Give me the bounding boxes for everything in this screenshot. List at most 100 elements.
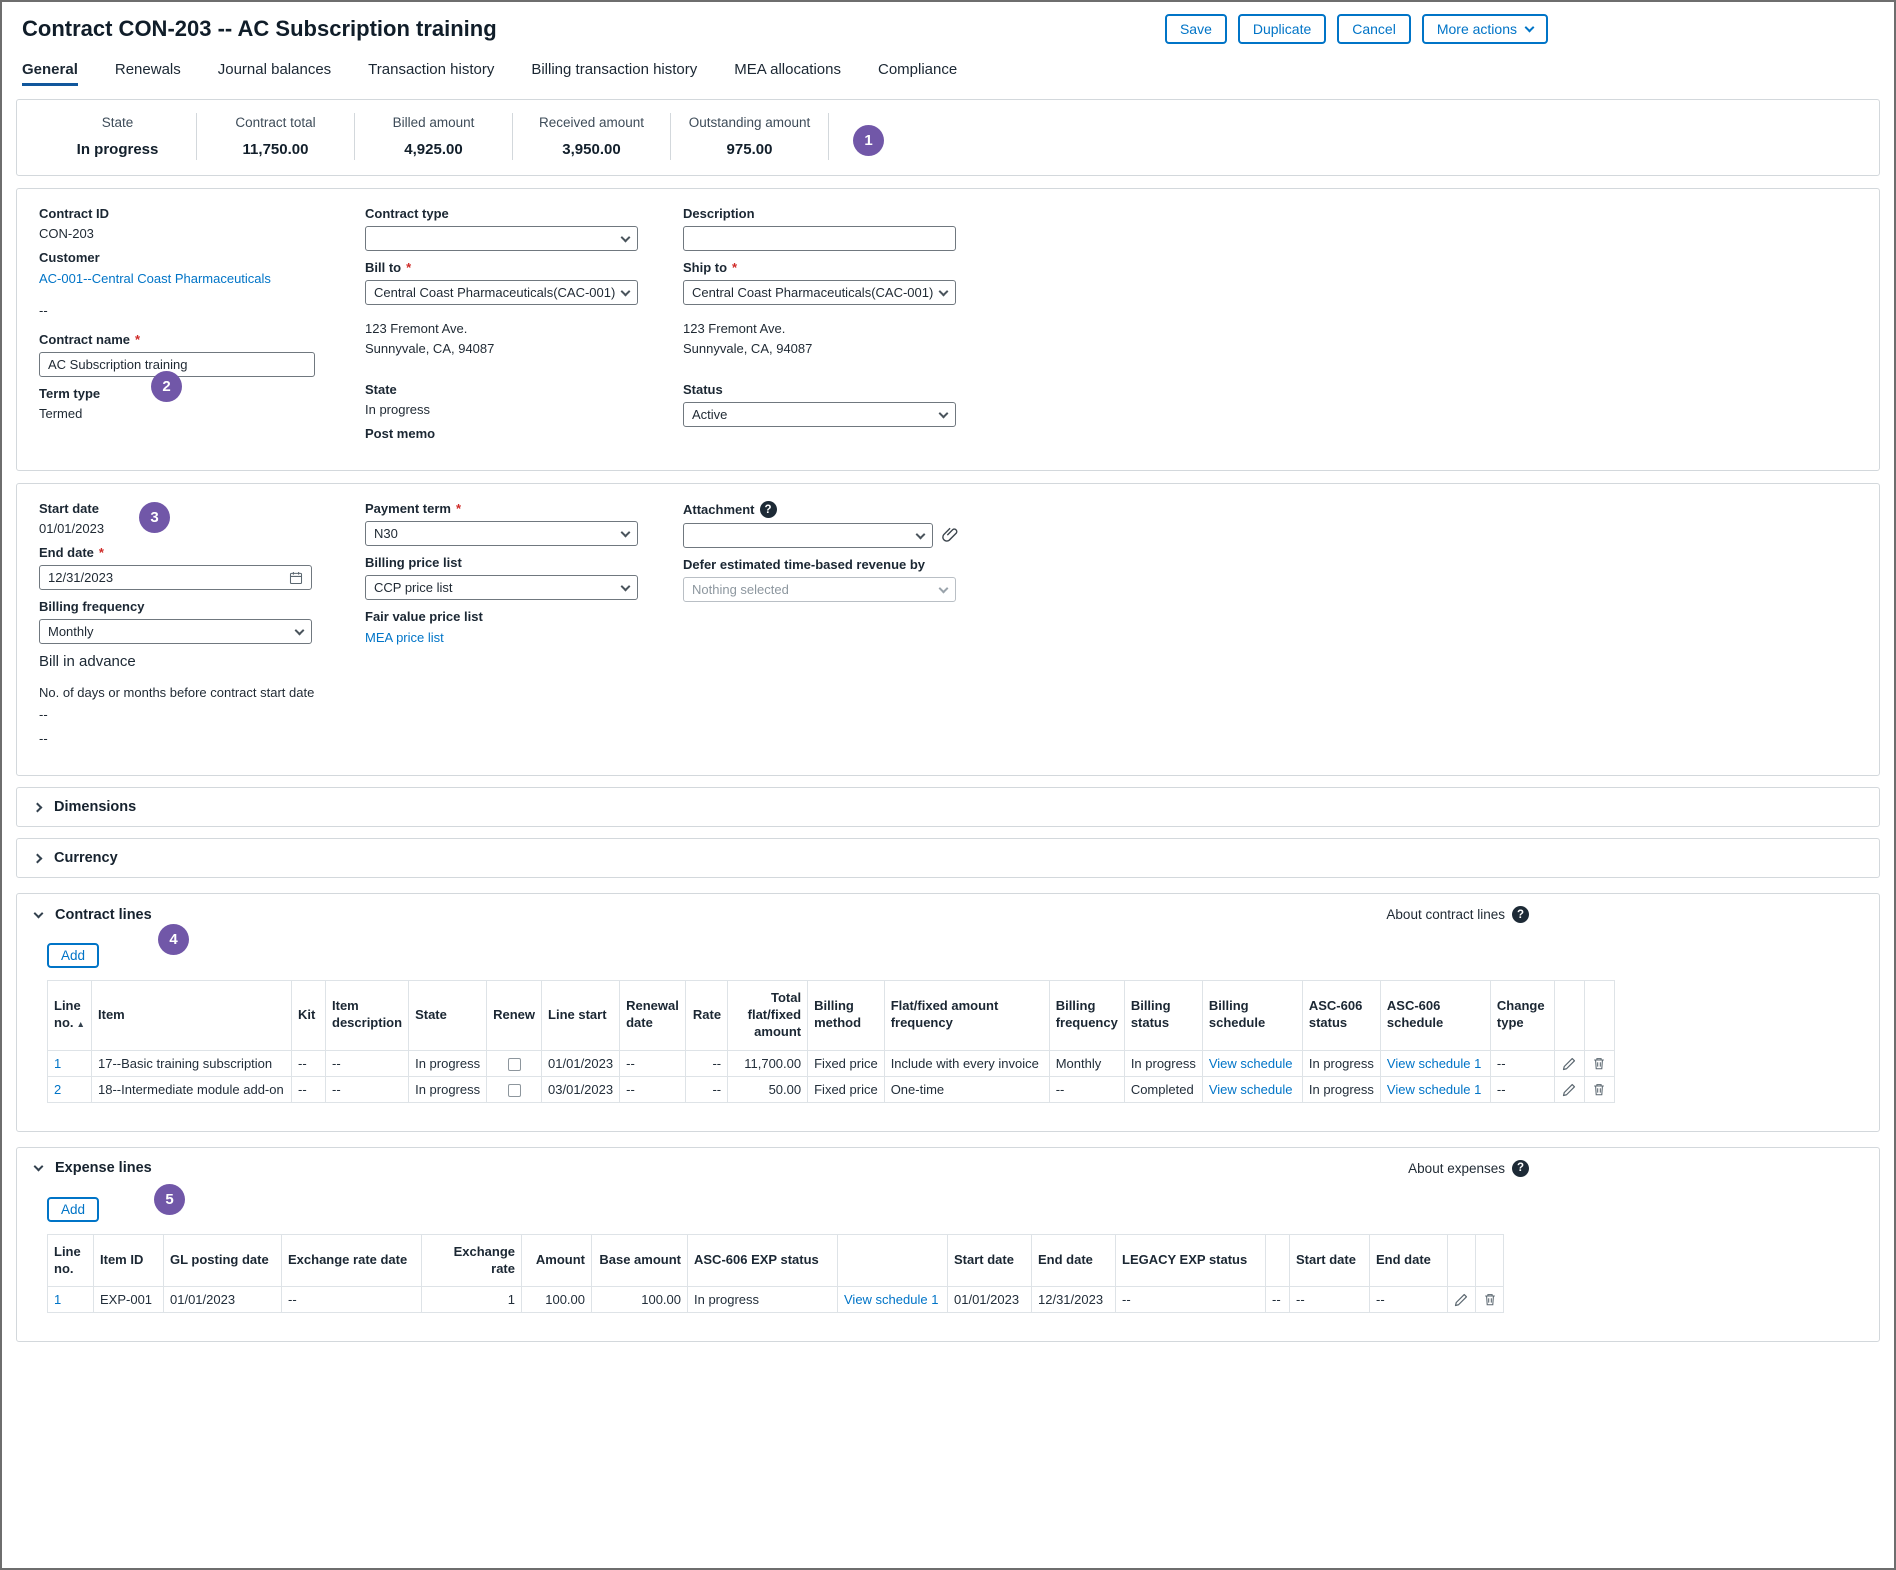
column-header-item[interactable]: Item [92,981,292,1051]
tab-compliance[interactable]: Compliance [878,61,957,82]
column-header-gl-posting-date[interactable]: GL posting date [164,1234,282,1287]
dimensions-section-toggle[interactable]: Dimensions [16,787,1880,827]
mea-price-list-link[interactable]: MEA price list [365,630,444,645]
cell: 17--Basic training subscription [92,1050,292,1076]
column-header-change-type[interactable]: Change type [1490,981,1554,1051]
column-header-asc-606-schedule[interactable]: ASC-606 schedule [1380,981,1490,1051]
end-date-label: End date* [39,545,365,560]
line-number-link[interactable]: 1 [54,1056,61,1071]
contract-type-select[interactable] [365,226,638,251]
column-header-end-date[interactable]: End date [1370,1234,1448,1287]
view-schedule-link[interactable]: View schedule [1209,1056,1293,1071]
contract-name-input[interactable] [39,352,315,377]
cell: View schedule 1 [1380,1076,1490,1102]
column-header-line-start[interactable]: Line start [542,981,620,1051]
bill-to-address-line1: 123 Fremont Ave. [365,319,683,339]
cell: -- [292,1076,326,1102]
column-header-base-amount[interactable]: Base amount [592,1234,688,1287]
column-header-exchange-rate-date[interactable]: Exchange rate date [282,1234,422,1287]
tab-journal-balances[interactable]: Journal balances [218,61,331,82]
cell: View schedule [1202,1076,1302,1102]
cancel-button[interactable]: Cancel [1337,14,1411,44]
line-number-link[interactable]: 1 [54,1292,61,1307]
paperclip-icon[interactable] [942,527,959,544]
tab-general[interactable]: General [22,61,78,82]
column-header-line-no-[interactable]: Line no. [48,1234,94,1287]
view-schedule-link[interactable]: View schedule 1 [1387,1056,1481,1071]
column-header-billing-method[interactable]: Billing method [808,981,885,1051]
tab-transaction-history[interactable]: Transaction history [368,61,494,82]
billing-price-list-select[interactable]: CCP price list [365,575,638,600]
edit-row-button[interactable] [1554,1076,1584,1102]
description-input[interactable] [683,226,956,251]
line-number-link[interactable]: 2 [54,1082,61,1097]
column-header-rate[interactable]: Rate [686,981,728,1051]
chevron-down-icon [1525,22,1535,32]
status-select[interactable]: Active [683,402,956,427]
column-header-line-no-[interactable]: Line no.▲ [48,981,92,1051]
column-header-billing-schedule[interactable]: Billing schedule [1202,981,1302,1051]
delete-row-button[interactable] [1584,1076,1614,1102]
summary-value: 11,750.00 [213,141,338,158]
bill-to-address-line2: Sunnyvale, CA, 94087 [365,339,683,359]
customer-link[interactable]: AC-001--Central Coast Pharmaceuticals [39,271,271,286]
column-header-billing-frequency[interactable]: Billing frequency [1049,981,1124,1051]
tab-mea-allocations[interactable]: MEA allocations [734,61,841,82]
column-header-billing-status[interactable]: Billing status [1124,981,1202,1051]
help-icon[interactable]: ? [760,501,777,518]
more-actions-button[interactable]: More actions [1422,14,1548,44]
contract-lines-toggle[interactable]: Contract lines [35,907,152,923]
cell: 01/01/2023 [542,1050,620,1076]
column-header-exchange-rate[interactable]: Exchange rate [422,1234,522,1287]
delete-row-button[interactable] [1584,1050,1614,1076]
column-header-asc-606-exp-status[interactable]: ASC-606 EXP status [688,1234,838,1287]
renew-checkbox[interactable] [508,1084,521,1097]
help-icon[interactable]: ? [1512,906,1529,923]
save-button[interactable]: Save [1165,14,1227,44]
view-schedule-link[interactable]: View schedule 1 [1387,1082,1481,1097]
column-header-total-flat-fixed-amount[interactable]: Total flat/fixed amount [728,981,808,1051]
billing-frequency-select[interactable]: Monthly [39,619,312,644]
column-header-end-date[interactable]: End date [1032,1234,1116,1287]
column-header-item-description[interactable]: Item description [326,981,409,1051]
expense-lines-toggle[interactable]: Expense lines [35,1160,152,1176]
edit-row-button[interactable] [1448,1287,1476,1313]
about-contract-lines: About contract lines ? [1386,906,1529,923]
column-header-renew[interactable]: Renew [487,981,542,1051]
bill-to-select[interactable]: Central Coast Pharmaceuticals(CAC-001) [365,280,638,305]
payment-term-select[interactable]: N30 [365,521,638,546]
column-header-kit[interactable]: Kit [292,981,326,1051]
start-date-label: Start date [39,501,365,516]
column-header-legacy-exp-status[interactable]: LEGACY EXP status [1116,1234,1266,1287]
add-contract-line-button[interactable]: Add [47,943,99,968]
chevron-down-icon [939,584,949,594]
help-icon[interactable]: ? [1512,1160,1529,1177]
column-header-renewal-date[interactable]: Renewal date [620,981,686,1051]
column-header-item-id[interactable]: Item ID [94,1234,164,1287]
currency-section-toggle[interactable]: Currency [16,838,1880,878]
column-header-amount[interactable]: Amount [522,1234,592,1287]
add-expense-line-button[interactable]: Add [47,1197,99,1222]
pencil-icon [1454,1292,1469,1307]
chevron-down-icon [34,908,44,918]
ship-to-select[interactable]: Central Coast Pharmaceuticals(CAC-001) [683,280,956,305]
tab-renewals[interactable]: Renewals [115,61,181,82]
end-date-input[interactable]: 12/31/2023 [39,565,312,590]
defer-revenue-select[interactable]: Nothing selected [683,577,956,602]
view-schedule-link[interactable]: View schedule [1209,1082,1293,1097]
attachment-select[interactable] [683,523,933,548]
column-header-state[interactable]: State [409,981,487,1051]
renew-checkbox[interactable] [508,1058,521,1071]
tab-billing-transaction-history[interactable]: Billing transaction history [531,61,697,82]
delete-row-button[interactable] [1476,1287,1504,1313]
view-schedule-link[interactable]: View schedule 1 [844,1292,938,1307]
column-header-asc-606-status[interactable]: ASC-606 status [1302,981,1380,1051]
column-header-start-date[interactable]: Start date [1290,1234,1370,1287]
column-header-flat-fixed-amount-frequency[interactable]: Flat/fixed amount frequency [884,981,1049,1051]
trash-icon [1592,1082,1606,1097]
calendar-icon[interactable] [289,571,303,585]
column-header-start-date[interactable]: Start date [948,1234,1032,1287]
ship-to-address: 123 Fremont Ave. Sunnyvale, CA, 94087 [683,319,1303,358]
edit-row-button[interactable] [1554,1050,1584,1076]
duplicate-button[interactable]: Duplicate [1238,14,1326,44]
